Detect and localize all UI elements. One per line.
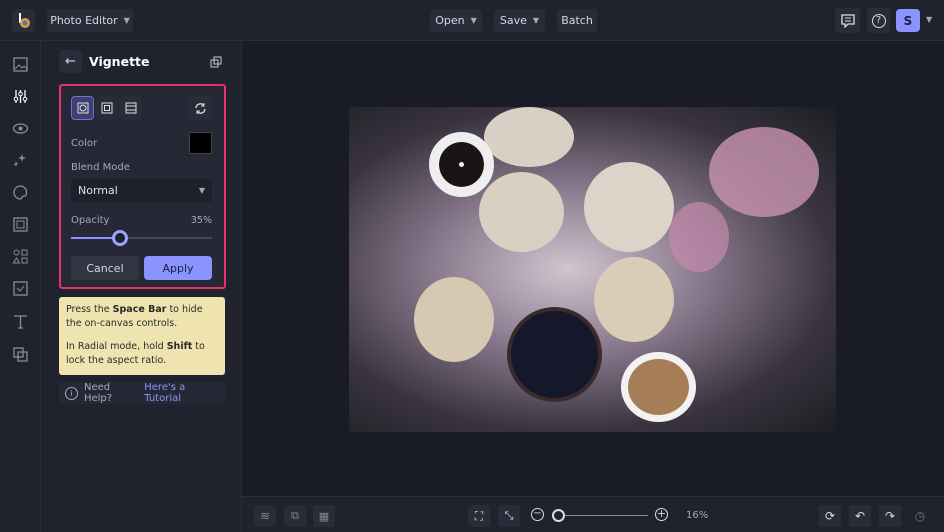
undo-icon: ↶ — [854, 509, 866, 523]
apply-label: Apply — [162, 261, 194, 275]
compare-icon: ⧉ — [291, 509, 299, 522]
blend-mode-value: Normal — [78, 184, 118, 197]
blend-mode-select[interactable]: Normal ▼ — [71, 179, 212, 202]
open-button[interactable]: Open ▼ — [430, 9, 482, 32]
tool-rail — [0, 41, 41, 532]
chevron-down-icon: ▼ — [123, 16, 130, 25]
account-chevron-down-icon[interactable]: ▼ — [926, 15, 932, 24]
grid-button[interactable]: ▦ — [313, 505, 335, 527]
horizontal-bands-icon — [125, 102, 136, 114]
apply-button[interactable]: Apply — [144, 256, 212, 280]
opacity-label: Opacity — [71, 215, 110, 226]
shapes-icon[interactable] — [12, 248, 29, 265]
history-icon: ◷ — [914, 509, 926, 523]
zoom-in-icon[interactable]: + — [655, 508, 668, 521]
comment-icon — [840, 13, 855, 28]
redo-icon: ↷ — [884, 509, 896, 523]
text-icon[interactable] — [12, 313, 29, 330]
rotate-button[interactable]: ⟳ — [819, 505, 841, 527]
tip-box: Press the Space Bar to hide the on-canva… — [59, 297, 225, 375]
refresh-icon: ⟳ — [824, 509, 836, 523]
color-swatch[interactable] — [189, 132, 212, 154]
chevron-down-icon: ▼ — [470, 16, 477, 25]
color-label: Color — [71, 138, 98, 149]
panel-title: Vignette — [89, 54, 150, 69]
batch-button[interactable]: Batch — [557, 9, 597, 32]
save-label: Save — [499, 14, 527, 27]
photo[interactable] — [349, 107, 836, 432]
chevron-down-icon: ▼ — [198, 186, 205, 195]
compare-button[interactable]: ⧉ — [284, 505, 306, 527]
radial-icon — [77, 102, 88, 114]
top-bar: Photo Editor ▼ Open ▼ Save ▼ Batch ? S ▼ — [0, 0, 944, 41]
help-box: i Need Help? Here's a Tutorial — [59, 382, 225, 404]
tip-shift: In Radial mode, hold Shift to lock the a… — [66, 341, 205, 366]
blend-mode-label: Blend Mode — [71, 162, 130, 173]
back-button[interactable]: ← — [59, 50, 82, 73]
opacity-slider-thumb[interactable] — [112, 230, 129, 246]
photo-editor-menu[interactable]: Photo Editor ▼ — [47, 9, 133, 32]
comments-button[interactable] — [835, 8, 860, 33]
opacity-slider[interactable] — [71, 230, 212, 246]
overlay-icon[interactable] — [12, 346, 29, 363]
bottom-bar: ≋ ⧉ ▦ ⛶ ⤡ − + 16% ⟳ ↶ ↷ ◷ — [242, 496, 944, 532]
expand-icon: ⛶ — [474, 508, 484, 523]
cancel-label: Cancel — [86, 261, 124, 275]
image-icon[interactable] — [12, 56, 29, 73]
refresh-icon — [195, 102, 206, 114]
reset-button[interactable] — [189, 96, 212, 120]
app-menu-label: Photo Editor — [50, 14, 118, 27]
rectangle-icon — [101, 102, 112, 114]
info-icon: i — [65, 386, 78, 400]
radial-mode-button[interactable] — [71, 96, 94, 120]
avatar-initial: S — [903, 13, 913, 28]
help-text: Need Help? — [83, 382, 113, 404]
cancel-button[interactable]: Cancel — [71, 256, 139, 280]
zoom-slider-thumb[interactable] — [551, 509, 565, 522]
logo[interactable] — [12, 9, 35, 32]
opacity-value: 35% — [190, 215, 212, 226]
rectangle-mode-button[interactable] — [95, 96, 118, 120]
zoom-slider[interactable] — [551, 509, 648, 522]
tutorial-link[interactable]: Here's a Tutorial — [144, 382, 225, 404]
tip-space-bar: Press the Space Bar to hide the on-canva… — [66, 304, 203, 329]
copy-icon[interactable] — [210, 56, 222, 68]
question-icon: ? — [871, 13, 886, 28]
zoom-level: 16% — [686, 510, 709, 521]
layers-button[interactable]: ≋ — [254, 505, 276, 527]
layers-icon: ≋ — [259, 509, 271, 523]
vignette-panel: ← Vignette Color Blend Mode Normal ▼ Opac… — [41, 41, 242, 532]
canvas-area[interactable] — [242, 41, 944, 496]
actual-size-button[interactable]: ⤡ — [498, 505, 520, 527]
collapse-icon: ⤡ — [504, 509, 514, 522]
undo-button[interactable]: ↶ — [849, 505, 871, 527]
eye-icon[interactable] — [12, 120, 29, 137]
horizontal-mode-button[interactable] — [119, 96, 142, 120]
sparkle-icon[interactable] — [12, 152, 29, 169]
redo-button[interactable]: ↷ — [879, 505, 901, 527]
texture-icon[interactable] — [12, 280, 29, 297]
history-button[interactable]: ◷ — [909, 505, 931, 527]
adjustments-icon[interactable] — [12, 88, 29, 105]
chevron-down-icon: ▼ — [532, 16, 540, 25]
avatar[interactable]: S — [896, 9, 920, 32]
vignette-settings-card: Color Blend Mode Normal ▼ Opacity 35% Can… — [59, 84, 226, 289]
help-button[interactable]: ? — [867, 8, 890, 33]
batch-label: Batch — [561, 14, 593, 27]
frame-icon[interactable] — [12, 216, 29, 233]
grid-icon: ▦ — [318, 509, 330, 523]
open-label: Open — [435, 14, 465, 27]
save-button[interactable]: Save ▼ — [494, 9, 545, 32]
fit-screen-button[interactable]: ⛶ — [468, 505, 490, 527]
palette-icon[interactable] — [12, 184, 29, 201]
zoom-out-icon[interactable]: − — [531, 508, 544, 521]
arrow-left-icon: ← — [65, 54, 76, 69]
